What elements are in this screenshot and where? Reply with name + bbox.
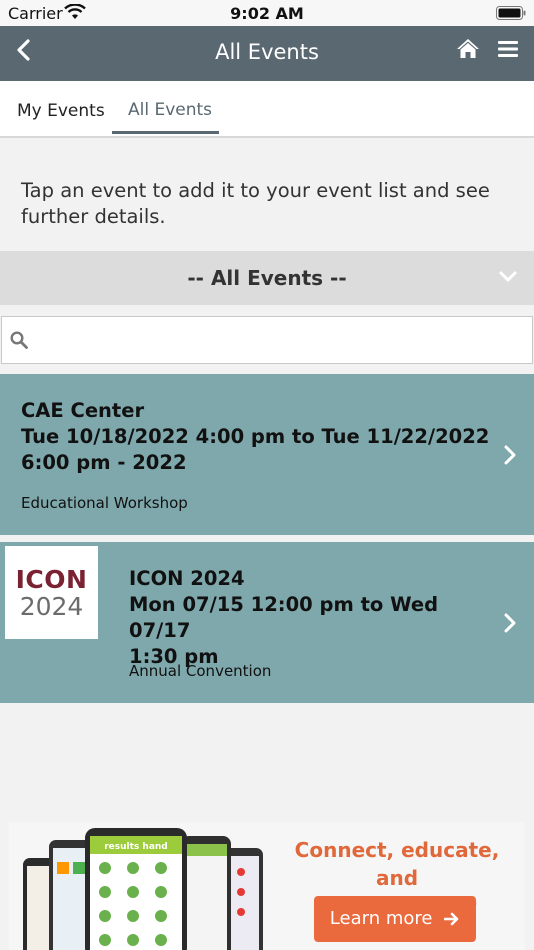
search-icon	[10, 331, 28, 349]
home-icon[interactable]	[456, 38, 480, 60]
search-box	[1, 316, 533, 364]
event-category: Annual Convention	[129, 662, 272, 680]
search-input[interactable]	[36, 325, 526, 357]
event-title-line: ICON 2024	[129, 567, 245, 590]
event-category: Educational Workshop	[21, 494, 188, 512]
event-title-line: Mon 07/15 12:00 pm to Wed 07/17	[129, 593, 439, 642]
event-logo: ICON 2024	[5, 546, 98, 639]
event-title-line: 6:00 pm - 2022	[21, 451, 187, 474]
event-title-line: CAE Center	[21, 399, 145, 422]
promo-banner[interactable]: results hand Connect, educate, and motiv…	[9, 822, 525, 950]
tab-my-events[interactable]: My Events	[17, 101, 105, 121]
logo-year: 2024	[19, 592, 84, 621]
status-bar: Carrier 9:02 AM	[0, 0, 534, 26]
learn-more-button[interactable]: Learn more	[314, 896, 476, 942]
event-title: CAE Center Tue 10/18/2022 4:00 pm to Tue…	[21, 398, 501, 476]
event-title-line: Tue 10/18/2022 4:00 pm to Tue 11/22/2022	[21, 425, 490, 448]
chevron-down-icon	[499, 271, 517, 282]
battery-icon	[496, 6, 526, 20]
event-list-item[interactable]: CAE Center Tue 10/18/2022 4:00 pm to Tue…	[0, 374, 534, 535]
status-time: 9:02 AM	[230, 4, 304, 23]
arrow-right-icon	[444, 912, 459, 926]
navigation-bar: All Events	[0, 26, 534, 81]
instruction-text: Tap an event to add it to your event lis…	[21, 179, 490, 228]
tab-all-events[interactable]: All Events	[128, 100, 212, 120]
event-tabs: My Events All Events	[0, 81, 534, 138]
event-filter-dropdown[interactable]: -- All Events --	[0, 251, 534, 305]
event-title: ICON 2024 Mon 07/15 12:00 pm to Wed 07/1…	[129, 566, 499, 670]
chevron-right-icon	[504, 613, 516, 633]
active-tab-indicator	[112, 131, 219, 134]
hamburger-menu-icon[interactable]	[498, 40, 518, 58]
page-title: All Events	[215, 40, 319, 64]
banner-headline-line: Connect, educate, and	[294, 838, 500, 890]
phones-illustration: results hand	[23, 828, 263, 950]
logo-word: ICON	[15, 565, 88, 594]
event-list-item[interactable]: ICON 2024 ICON 2024 Mon 07/15 12:00 pm t…	[0, 542, 534, 703]
phone-screen-label: results hand	[104, 842, 168, 852]
chevron-right-icon	[504, 445, 516, 465]
filter-selected-value: -- All Events --	[187, 266, 347, 290]
learn-more-label: Learn more	[329, 908, 433, 929]
